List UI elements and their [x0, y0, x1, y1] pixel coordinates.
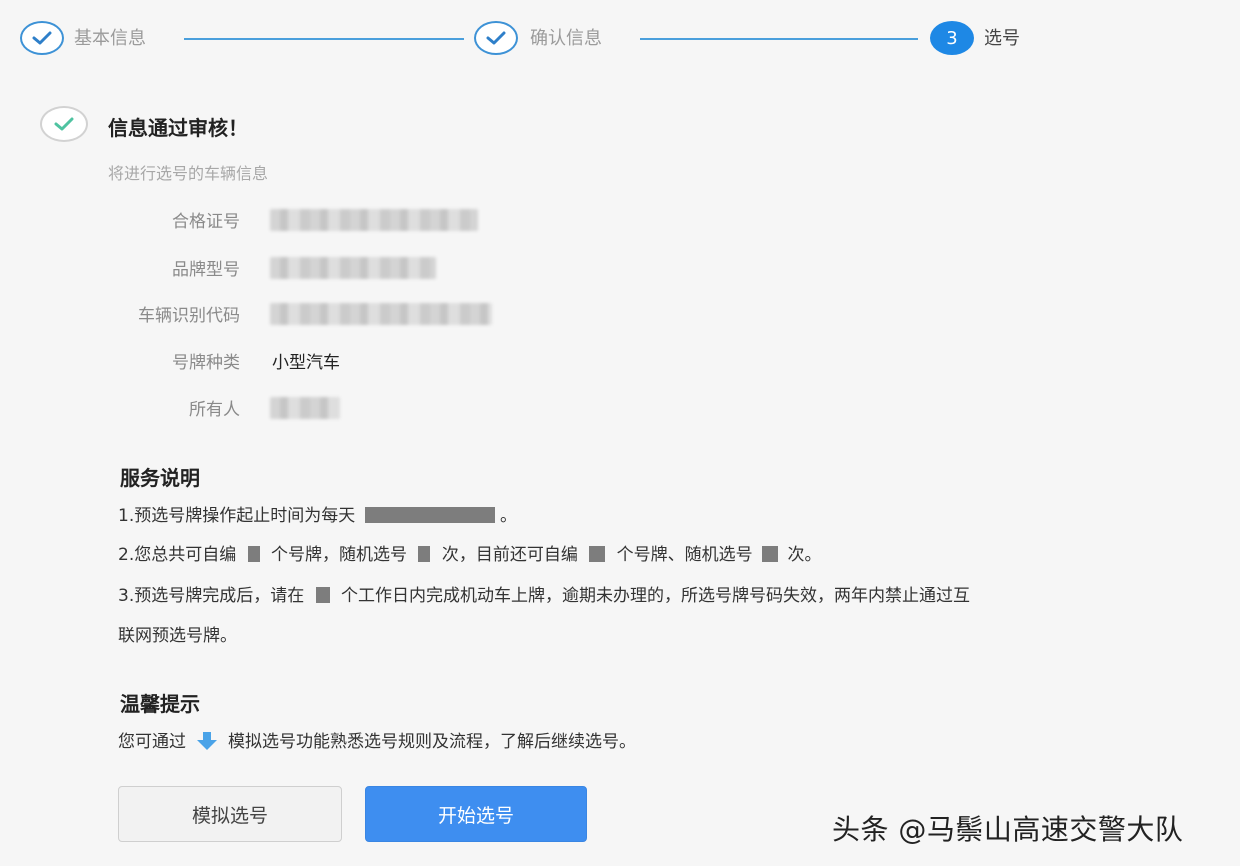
watermark: 头条 @马鬃山高速交警大队 [832, 813, 1184, 846]
service-text: 个号牌，随机选号 [271, 545, 408, 565]
redacted-value [315, 587, 330, 603]
redacted-value [418, 546, 431, 562]
info-label: 所有人 [189, 400, 240, 420]
service-text: 2.您总共可自编 [118, 545, 237, 565]
service-text: 个工作日内完成机动车上牌，逾期未办理的，所选号牌号码失效，两年内禁止通过互 [341, 586, 971, 606]
step-indicator: 基本信息 确认信息 3 选号 [0, 0, 1240, 80]
step-3-number: 3 [930, 21, 974, 55]
redacted-value [270, 303, 492, 325]
service-line-2: 2.您总共可自编 个号牌，随机选号 次，目前还可自编 个号牌、随机选号 次。 [118, 543, 821, 567]
vehicle-info-subtitle: 将进行选号的车辆信息 [108, 164, 269, 183]
step-1-label: 基本信息 [74, 28, 146, 49]
info-row-certificate: 合格证号 [0, 207, 700, 237]
info-row-vin: 车辆识别代码 [0, 301, 700, 331]
simulate-select-button[interactable]: 模拟选号 [118, 786, 342, 842]
redacted-value [247, 546, 260, 562]
info-label: 车辆识别代码 [138, 306, 240, 326]
redacted-value [762, 546, 779, 562]
tips-title: 温馨提示 [120, 692, 200, 716]
service-title: 服务说明 [120, 466, 200, 490]
service-line-3-continued: 联网预选号牌。 [118, 626, 237, 646]
step-connector-1 [184, 38, 464, 40]
plate-type-value: 小型汽车 [272, 353, 340, 373]
tips-text-b: 模拟选号功能熟悉选号规则及流程，了解后继续选号。 [228, 732, 636, 752]
info-row-owner: 所有人 [0, 395, 700, 425]
success-check-icon [40, 106, 88, 142]
service-text: 次，目前还可自编 [441, 545, 578, 565]
down-arrow-icon [197, 732, 217, 750]
info-label: 品牌型号 [172, 260, 240, 280]
step-3-label: 选号 [984, 28, 1020, 49]
redacted-value [364, 507, 495, 523]
tips-text: 您可通过 模拟选号功能熟悉选号规则及流程，了解后继续选号。 [118, 730, 636, 754]
info-label: 合格证号 [172, 212, 240, 232]
service-line-1: 1.预选号牌操作起止时间为每天 。 [118, 504, 517, 528]
service-text: 。 [500, 506, 518, 526]
service-text: 1.预选号牌操作起止时间为每天 [118, 506, 356, 526]
step-2-label: 确认信息 [530, 28, 602, 49]
service-line-3: 3.预选号牌完成后，请在 个工作日内完成机动车上牌，逾期未办理的，所选号牌号码失… [118, 584, 970, 608]
redacted-value [270, 257, 436, 279]
step-2-check-icon [474, 21, 518, 55]
service-text: 次。 [787, 545, 822, 565]
step-connector-2 [640, 38, 918, 40]
step-1-check-icon [20, 21, 64, 55]
redacted-value [589, 546, 606, 562]
service-text: 个号牌、随机选号 [616, 545, 753, 565]
result-title: 信息通过审核！ [108, 116, 248, 140]
start-select-button[interactable]: 开始选号 [365, 786, 587, 842]
info-label: 号牌种类 [172, 353, 240, 373]
redacted-value [270, 397, 340, 419]
info-row-plate-type: 号牌种类 小型汽车 [0, 348, 700, 378]
tips-text-a: 您可通过 [118, 732, 186, 752]
info-row-brand-model: 品牌型号 [0, 255, 700, 285]
service-text: 3.预选号牌完成后，请在 [118, 586, 305, 606]
redacted-value [270, 209, 478, 231]
